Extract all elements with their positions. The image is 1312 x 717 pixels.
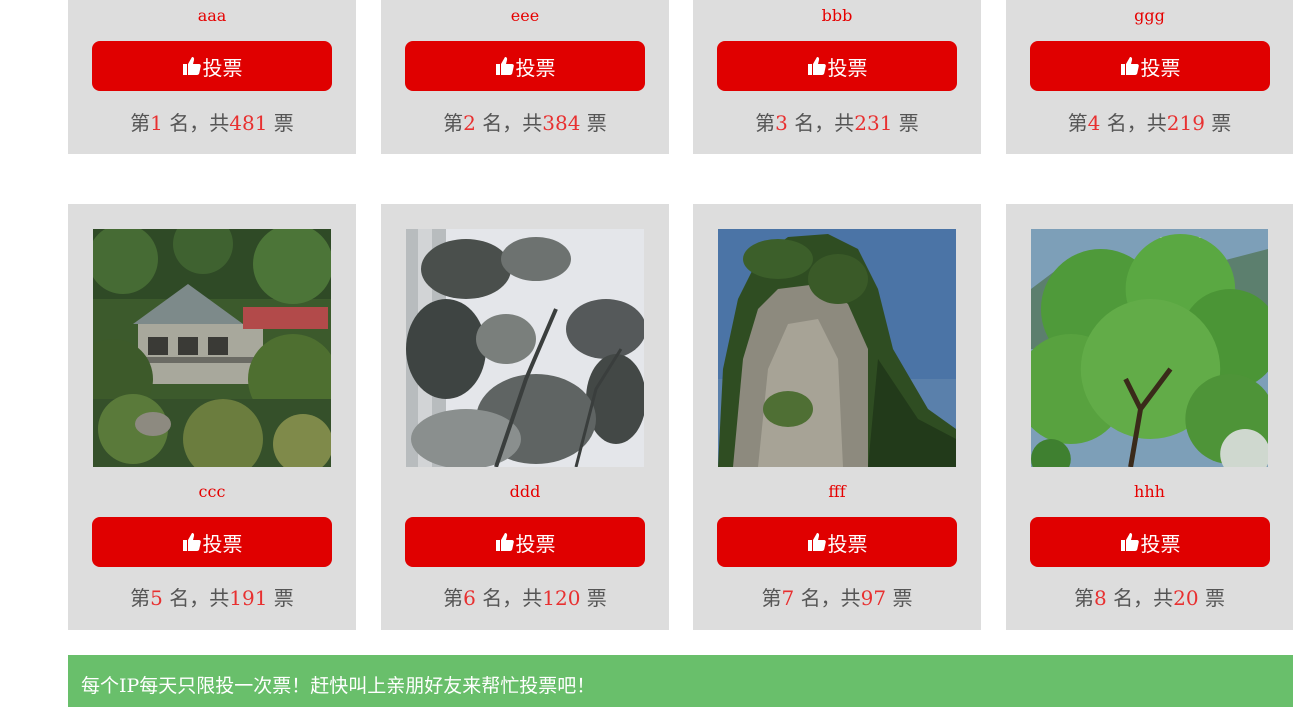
vote-button-label: 投票 xyxy=(1140,55,1181,80)
rank-number: 8 xyxy=(1094,586,1107,610)
rank-number: 1 xyxy=(150,111,163,135)
candidate-name: ddd xyxy=(509,482,541,501)
rank-number: 4 xyxy=(1087,111,1101,135)
vote-count: 20 xyxy=(1173,586,1199,610)
thumbs-up-icon xyxy=(807,57,826,75)
candidate-card: fff 投票 第7 名，共97 票 xyxy=(693,204,981,630)
vote-button-label: 投票 xyxy=(515,531,556,556)
vote-button[interactable]: 投票 xyxy=(1030,41,1270,91)
candidate-photo-rock[interactable] xyxy=(718,229,956,467)
candidate-name: fff xyxy=(828,482,846,501)
thumbs-up-icon xyxy=(1120,533,1139,551)
vote-button-label: 投票 xyxy=(827,531,868,556)
vote-button-label: 投票 xyxy=(1140,531,1181,556)
rank-text: 第7 名，共97 票 xyxy=(761,586,913,610)
rank-text: 第6 名，共120 票 xyxy=(443,586,607,610)
candidate-name: ccc xyxy=(198,482,226,501)
vote-count: 191 xyxy=(229,586,268,610)
thumbs-up-icon xyxy=(182,57,201,75)
candidate-name: aaa xyxy=(197,6,227,25)
vote-count: 384 xyxy=(542,111,581,135)
rank-number: 3 xyxy=(775,111,788,135)
vote-count: 120 xyxy=(542,586,581,610)
rank-text: 第4 名，共219 票 xyxy=(1067,111,1232,135)
thumbs-up-icon xyxy=(807,533,826,551)
thumbs-up-icon xyxy=(495,533,514,551)
thumbs-up-icon xyxy=(495,57,514,75)
rank-text: 第2 名，共384 票 xyxy=(443,111,607,135)
rank-text: 第1 名，共481 票 xyxy=(130,111,294,135)
vote-button[interactable]: 投票 xyxy=(1030,517,1270,567)
rank-text: 第8 名，共20 票 xyxy=(1074,586,1225,610)
candidate-name: eee xyxy=(510,6,540,25)
vote-button[interactable]: 投票 xyxy=(405,41,645,91)
vote-button[interactable]: 投票 xyxy=(405,517,645,567)
rank-number: 6 xyxy=(463,586,476,610)
candidate-name: bbb xyxy=(821,6,853,25)
vote-button-label: 投票 xyxy=(515,55,556,80)
rank-number: 2 xyxy=(463,111,476,135)
rank-text: 第5 名，共191 票 xyxy=(130,586,294,610)
thumbs-up-icon xyxy=(1120,57,1139,75)
candidate-card: bbb 投票 第3 名，共231 票 xyxy=(693,0,981,154)
vote-button[interactable]: 投票 xyxy=(717,517,957,567)
thumbs-up-icon xyxy=(182,533,201,551)
vote-button-label: 投票 xyxy=(827,55,868,80)
rank-number: 7 xyxy=(781,586,795,610)
vote-button[interactable]: 投票 xyxy=(92,517,332,567)
vote-count: 231 xyxy=(854,111,893,135)
vote-button-label: 投票 xyxy=(202,55,243,80)
candidate-card: hhh 投票 第8 名，共20 票 xyxy=(1006,204,1293,630)
vote-count: 481 xyxy=(229,111,268,135)
vote-count: 97 xyxy=(860,586,887,610)
vote-button-label: 投票 xyxy=(202,531,243,556)
candidate-card: eee 投票 第2 名，共384 票 xyxy=(381,0,669,154)
candidate-card: ggg 投票 第4 名，共219 票 xyxy=(1006,0,1293,154)
candidate-card: ccc 投票 第5 名，共191 票 xyxy=(68,204,356,630)
candidate-name: ggg xyxy=(1134,6,1165,25)
candidate-photo-house[interactable] xyxy=(93,229,331,467)
candidate-card: ddd 投票 第6 名，共120 票 xyxy=(381,204,669,630)
candidate-photo-leaves[interactable] xyxy=(406,229,644,467)
candidate-photo-tree[interactable] xyxy=(1031,229,1268,467)
vote-count: 219 xyxy=(1166,111,1205,135)
candidate-name: hhh xyxy=(1134,482,1165,501)
vote-limit-notice: 每个IP每天只限投一次票！赶快叫上亲朋好友来帮忙投票吧！ xyxy=(68,655,1293,707)
vote-button[interactable]: 投票 xyxy=(717,41,957,91)
candidate-card: aaa 投票 第1 名，共481 票 xyxy=(68,0,356,154)
rank-text: 第3 名，共231 票 xyxy=(755,111,919,135)
vote-button[interactable]: 投票 xyxy=(92,41,332,91)
rank-number: 5 xyxy=(150,586,163,610)
